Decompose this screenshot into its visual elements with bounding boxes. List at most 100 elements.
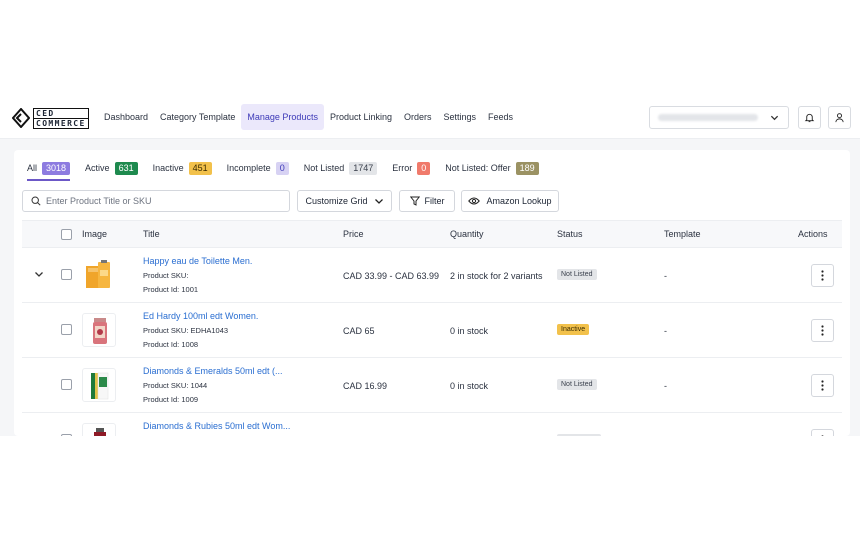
row-actions-button[interactable]: [811, 429, 834, 436]
column-header-status[interactable]: Status: [557, 221, 583, 248]
table-row: Diamonds & Rubies 50ml edt Wom...: [22, 413, 842, 436]
perfume-bottle-image: [94, 428, 106, 436]
row-actions-button[interactable]: [811, 264, 834, 287]
status-tabs: All 3018 Active 631 Inactive 451 Incompl…: [27, 158, 554, 181]
logo-line-2: COMMERCE: [33, 118, 89, 129]
search-box: [22, 190, 290, 212]
column-header-title[interactable]: Title: [143, 221, 160, 248]
chevron-down-icon: [770, 115, 779, 121]
expand-chevron-icon[interactable]: [34, 269, 44, 279]
product-title-link[interactable]: Diamonds & Emeralds 50ml edt (...: [143, 366, 283, 376]
count-badge: 0: [275, 161, 289, 175]
more-vertical-icon: [821, 325, 824, 336]
count-badge: 189: [515, 161, 539, 175]
row-checkbox[interactable]: [61, 379, 72, 390]
tab-label: All: [27, 163, 38, 173]
eye-icon: [468, 197, 481, 205]
filter-label: Filter: [424, 196, 445, 206]
amazon-lookup-label: Amazon Lookup: [486, 196, 552, 206]
product-title-link[interactable]: Diamonds & Rubies 50ml edt Wom...: [143, 421, 290, 431]
cedcommerce-logo[interactable]: CED COMMERCE: [12, 106, 90, 130]
user-profile-button[interactable]: [828, 106, 851, 129]
row-actions-button[interactable]: [811, 374, 834, 397]
status-badge: Not Listed: [557, 269, 597, 280]
search-input[interactable]: [46, 196, 266, 206]
tab-inactive[interactable]: Inactive 451: [153, 158, 212, 178]
tab-error[interactable]: Error 0: [392, 158, 431, 178]
customize-grid-button[interactable]: Customize Grid: [297, 190, 392, 212]
status-badge: Not Listed: [557, 379, 597, 390]
table-header: Image Title Price Quantity Status Templa…: [22, 220, 842, 248]
product-id: Product Id: 1009: [143, 395, 199, 404]
tab-label: Not Listed: [303, 163, 345, 173]
nav-orders[interactable]: Orders: [398, 104, 438, 130]
filter-button[interactable]: Filter: [399, 190, 455, 212]
table-row: Happy eau de Toilette Men. Product SKU: …: [22, 248, 842, 303]
products-card: All 3018 Active 631 Inactive 451 Incompl…: [14, 150, 850, 436]
row-checkbox[interactable]: [61, 324, 72, 335]
bell-icon: [804, 113, 815, 123]
tab-active[interactable]: Active 631: [85, 158, 138, 178]
row-actions-button[interactable]: [811, 319, 834, 342]
product-title-cell: Ed Hardy 100ml edt Women. Product SKU: E…: [143, 311, 258, 349]
price-cell: CAD 65: [343, 326, 375, 336]
account-name-redacted: [658, 114, 758, 121]
column-header-actions: Actions: [798, 229, 828, 239]
product-title-link[interactable]: Happy eau de Toilette Men.: [143, 256, 252, 266]
account-selector[interactable]: [649, 106, 789, 129]
column-header-quantity[interactable]: Quantity: [450, 221, 484, 248]
notifications-button[interactable]: [798, 106, 821, 129]
tab-label: Active: [85, 163, 110, 173]
nav-category-template[interactable]: Category Template: [154, 104, 241, 130]
perfume-bottle-image: [91, 372, 109, 400]
more-vertical-icon: [821, 270, 824, 281]
perfume-bottle-image: [93, 318, 107, 344]
tab-all[interactable]: All 3018: [27, 158, 71, 181]
select-all-checkbox[interactable]: [61, 229, 72, 240]
more-vertical-icon: [821, 380, 824, 391]
quantity-cell: 0 in stock: [450, 326, 489, 336]
user-icon: [835, 113, 844, 123]
tab-label: Incomplete: [226, 163, 271, 173]
product-title-cell: Diamonds & Rubies 50ml edt Wom...: [143, 421, 290, 431]
product-image[interactable]: [82, 258, 116, 292]
status-badge: Inactive: [557, 324, 590, 335]
product-title-link[interactable]: Ed Hardy 100ml edt Women.: [143, 311, 258, 321]
column-header-image: Image: [82, 229, 108, 239]
product-image[interactable]: [82, 423, 116, 436]
count-badge: 451: [188, 161, 212, 175]
tab-label: Not Listed: Offer: [445, 163, 511, 173]
main-nav: Dashboard Category Template Manage Produ…: [98, 104, 519, 130]
count-badge: 1747: [349, 161, 378, 175]
product-title-cell: Happy eau de Toilette Men. Product SKU: …: [143, 256, 252, 294]
price-cell: CAD 33.99 - CAD 63.99: [343, 271, 440, 281]
nav-dashboard[interactable]: Dashboard: [98, 104, 154, 130]
logo-text: CED COMMERCE: [33, 107, 89, 129]
filter-icon: [409, 196, 420, 206]
column-header-price[interactable]: Price: [343, 221, 364, 248]
template-cell: -: [664, 326, 667, 336]
row-checkbox[interactable]: [61, 269, 72, 280]
search-icon: [31, 196, 41, 206]
product-image[interactable]: [82, 368, 116, 402]
customize-grid-label: Customize Grid: [305, 196, 368, 206]
column-header-template[interactable]: Template: [664, 221, 701, 248]
nav-product-linking[interactable]: Product Linking: [324, 104, 398, 130]
nav-manage-products[interactable]: Manage Products: [241, 104, 324, 130]
count-badge: 0: [417, 161, 431, 175]
nav-settings[interactable]: Settings: [438, 104, 483, 130]
product-sku: Product SKU: 1044: [143, 381, 208, 390]
row-checkbox[interactable]: [61, 434, 72, 436]
tab-not-listed-offer[interactable]: Not Listed: Offer 189: [445, 158, 539, 178]
tab-not-listed[interactable]: Not Listed 1747: [304, 158, 378, 178]
nav-feeds[interactable]: Feeds: [482, 104, 519, 130]
product-sku: Product SKU: EDHA1043: [143, 326, 229, 335]
amazon-lookup-button[interactable]: Amazon Lookup: [461, 190, 559, 212]
table-row: Ed Hardy 100ml edt Women. Product SKU: E…: [22, 303, 842, 358]
status-badge: [557, 434, 601, 436]
quantity-cell: 0 in stock: [450, 381, 489, 391]
tab-incomplete[interactable]: Incomplete 0: [227, 158, 289, 178]
product-image[interactable]: [82, 313, 116, 347]
price-cell: CAD 16.99: [343, 381, 388, 391]
more-vertical-icon: [821, 435, 824, 436]
